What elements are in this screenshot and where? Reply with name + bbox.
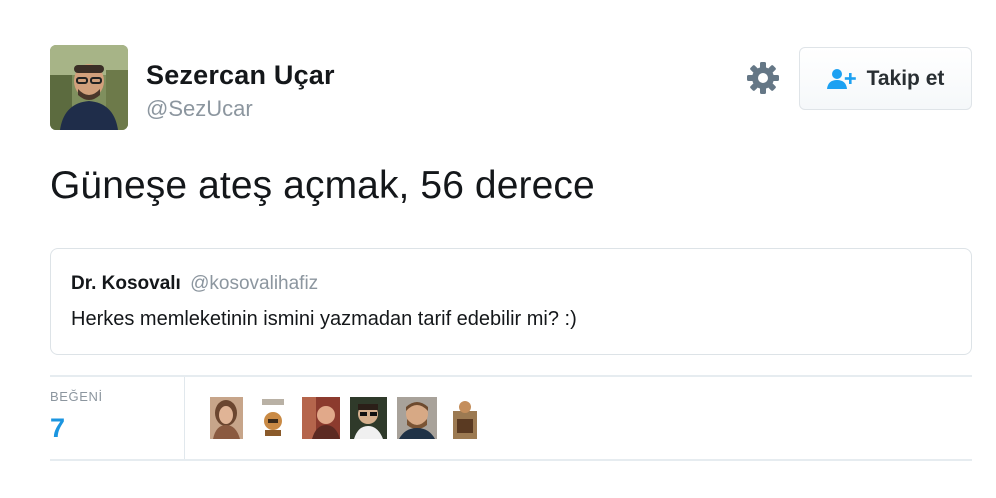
quoted-handle: @kosovalihafiz (190, 273, 319, 294)
likes-label[interactable]: BEĞENİ (50, 389, 103, 404)
liker-avatar[interactable] (210, 397, 243, 439)
user-handle[interactable]: @SezUcar (146, 96, 253, 122)
person-add-icon (826, 68, 856, 89)
user-name[interactable]: Sezercan Uçar (146, 60, 335, 91)
avatar-photo (50, 45, 128, 130)
follow-label: Takip et (866, 66, 945, 90)
tweet-card: Sezercan Uçar @SezUcar Takip et Güneşe a… (0, 0, 996, 498)
stats-divider-bottom (50, 459, 972, 461)
follow-button[interactable]: Takip et (799, 47, 972, 110)
liker-avatar[interactable] (260, 397, 286, 439)
tweet-text: Güneşe ateş açmak, 56 derece (50, 164, 595, 207)
quoted-author: Dr. Kosovalı @kosovalihafiz (71, 273, 318, 295)
stats-divider-vertical (184, 377, 185, 459)
likes-count[interactable]: 7 (50, 413, 65, 444)
avatar[interactable] (50, 45, 128, 130)
stats-divider-top (50, 375, 972, 377)
quoted-tweet[interactable]: Dr. Kosovalı @kosovalihafiz Herkes memle… (50, 248, 972, 355)
liker-avatar[interactable] (453, 397, 477, 439)
liker-avatar[interactable] (302, 397, 340, 439)
liker-avatar[interactable] (397, 397, 437, 439)
quoted-name: Dr. Kosovalı (71, 273, 181, 294)
quoted-text: Herkes memleketinin ismini yazmadan tari… (71, 308, 577, 330)
gear-icon[interactable] (746, 61, 780, 95)
liker-avatar[interactable] (350, 397, 387, 439)
